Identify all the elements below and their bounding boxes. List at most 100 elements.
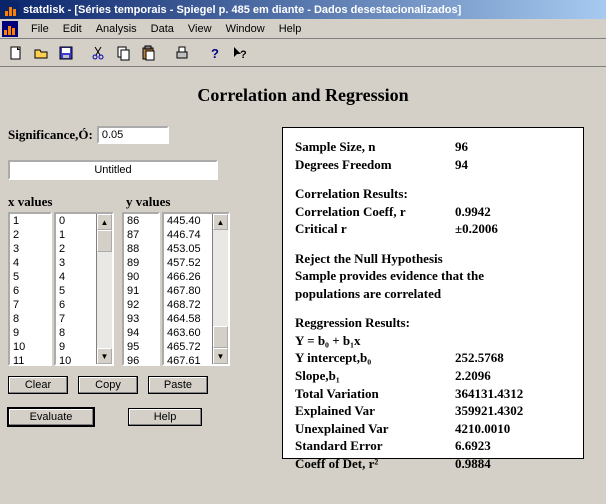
list-item[interactable]: 445.40 xyxy=(164,214,212,228)
dataset-name-text: Untitled xyxy=(94,164,131,176)
list-item[interactable]: 89 xyxy=(124,256,158,270)
significance-input[interactable] xyxy=(97,126,169,144)
dataset-name-field[interactable]: Untitled xyxy=(8,160,218,180)
toolbar: ? ? xyxy=(0,39,606,67)
list-item[interactable]: 7 xyxy=(56,312,96,326)
copy-icon[interactable] xyxy=(112,42,135,64)
list-item[interactable]: 3 xyxy=(56,256,96,270)
list-item[interactable]: 8 xyxy=(10,312,50,326)
list-item[interactable]: 4 xyxy=(10,256,50,270)
list-item[interactable]: 94 xyxy=(124,326,158,340)
list-item[interactable]: 2 xyxy=(10,228,50,242)
list-item[interactable]: 10 xyxy=(10,340,50,354)
page-title: Correlation and Regression xyxy=(8,85,598,106)
menu-view[interactable]: View xyxy=(181,21,219,37)
list-item[interactable]: 6 xyxy=(10,284,50,298)
sample-size-label: Sample Size, n xyxy=(295,138,455,156)
list-item[interactable]: 7 xyxy=(10,298,50,312)
scroll-down-icon[interactable]: ▼ xyxy=(97,348,112,364)
x-values-list[interactable]: 012345678910 ▲ ▼ xyxy=(54,212,114,366)
whatsthis-icon[interactable]: ? xyxy=(228,42,251,64)
menu-file[interactable]: File xyxy=(24,21,56,37)
list-item[interactable]: 1 xyxy=(10,214,50,228)
evaluate-button[interactable]: Evaluate xyxy=(8,408,94,426)
list-item[interactable]: 0 xyxy=(56,214,96,228)
list-item[interactable]: 92 xyxy=(124,298,158,312)
x-index-list[interactable]: 1234567891011 xyxy=(8,212,52,366)
scroll-thumb[interactable] xyxy=(97,230,112,252)
list-item[interactable]: 457.52 xyxy=(164,256,212,270)
results-panel: Sample Size, n96 Degrees Freedom94 Corre… xyxy=(282,127,584,459)
list-item[interactable]: 11 xyxy=(10,354,50,366)
new-icon[interactable] xyxy=(4,42,27,64)
coefdet-label: Coeff of Det, r² xyxy=(295,455,455,473)
clear-button[interactable]: Clear xyxy=(8,376,68,394)
list-item[interactable]: 95 xyxy=(124,340,158,354)
menu-analysis[interactable]: Analysis xyxy=(89,21,144,37)
help-button[interactable]: Help xyxy=(128,408,202,426)
svg-text:?: ? xyxy=(240,49,247,61)
list-item[interactable]: 87 xyxy=(124,228,158,242)
unexpvar-label: Unexplained Var xyxy=(295,420,455,438)
list-item[interactable]: 9 xyxy=(56,340,96,354)
list-item[interactable]: 2 xyxy=(56,242,96,256)
list-item[interactable]: 91 xyxy=(124,284,158,298)
scroll-down-icon[interactable]: ▼ xyxy=(213,348,228,364)
window-title: statdisk - [Séries temporais - Spiegel p… xyxy=(23,4,461,16)
doc-icon xyxy=(2,21,18,37)
list-item[interactable]: 463.60 xyxy=(164,326,212,340)
totvar-value: 364131.4312 xyxy=(455,385,523,403)
scrollbar[interactable]: ▲ ▼ xyxy=(212,214,228,364)
list-item[interactable]: 464.58 xyxy=(164,312,212,326)
list-item[interactable]: 468.72 xyxy=(164,298,212,312)
y-values-list[interactable]: 445.40446.74453.05457.52466.26467.80468.… xyxy=(162,212,230,366)
menu-window[interactable]: Window xyxy=(219,21,272,37)
list-item[interactable]: 467.61 xyxy=(164,354,212,366)
list-item[interactable]: 6 xyxy=(56,298,96,312)
list-item[interactable]: 453.05 xyxy=(164,242,212,256)
menu-edit[interactable]: Edit xyxy=(56,21,89,37)
list-item[interactable]: 86 xyxy=(124,214,158,228)
list-item[interactable]: 446.74 xyxy=(164,228,212,242)
evidence-text-1: Sample provides evidence that the xyxy=(295,267,571,285)
list-item[interactable]: 466.26 xyxy=(164,270,212,284)
help-icon[interactable]: ? xyxy=(203,42,226,64)
correlation-header: Correlation Results: xyxy=(295,185,571,203)
save-icon[interactable] xyxy=(54,42,77,64)
list-item[interactable]: 88 xyxy=(124,242,158,256)
list-item[interactable]: 8 xyxy=(56,326,96,340)
list-item[interactable]: 1 xyxy=(56,228,96,242)
list-item[interactable]: 90 xyxy=(124,270,158,284)
svg-text:?: ? xyxy=(211,46,219,61)
list-item[interactable]: 3 xyxy=(10,242,50,256)
open-icon[interactable] xyxy=(29,42,52,64)
yintercept-label: Y intercept,b₀ xyxy=(295,349,455,367)
scroll-up-icon[interactable]: ▲ xyxy=(97,214,112,230)
paste-button[interactable]: Paste xyxy=(148,376,208,394)
scrollbar[interactable]: ▲ ▼ xyxy=(96,214,112,364)
list-item[interactable]: 465.72 xyxy=(164,340,212,354)
corr-coeff-label: Correlation Coeff, r xyxy=(295,203,455,221)
list-item[interactable]: 96 xyxy=(124,354,158,366)
scroll-thumb[interactable] xyxy=(213,326,228,348)
list-item[interactable]: 467.80 xyxy=(164,284,212,298)
list-item[interactable]: 5 xyxy=(10,270,50,284)
coefdet-value: 0.9884 xyxy=(455,455,491,473)
menu-help[interactable]: Help xyxy=(272,21,309,37)
cut-icon[interactable] xyxy=(87,42,110,64)
list-item[interactable]: 9 xyxy=(10,326,50,340)
scroll-up-icon[interactable]: ▲ xyxy=(213,214,228,230)
copy-button[interactable]: Copy xyxy=(78,376,138,394)
print-icon[interactable] xyxy=(170,42,193,64)
list-item[interactable]: 4 xyxy=(56,270,96,284)
menu-data[interactable]: Data xyxy=(144,21,181,37)
list-item[interactable]: 5 xyxy=(56,284,96,298)
paste-icon[interactable] xyxy=(137,42,160,64)
corr-coeff-value: 0.9942 xyxy=(455,203,491,221)
list-item[interactable]: 93 xyxy=(124,312,158,326)
crit-r-value: ±0.2006 xyxy=(455,220,498,238)
slope-label: Slope,b₁ xyxy=(295,367,455,385)
y-index-list[interactable]: 8687888990919293949596 xyxy=(122,212,160,366)
reject-text: Reject the Null Hypothesis xyxy=(295,250,571,268)
list-item[interactable]: 10 xyxy=(56,354,96,366)
